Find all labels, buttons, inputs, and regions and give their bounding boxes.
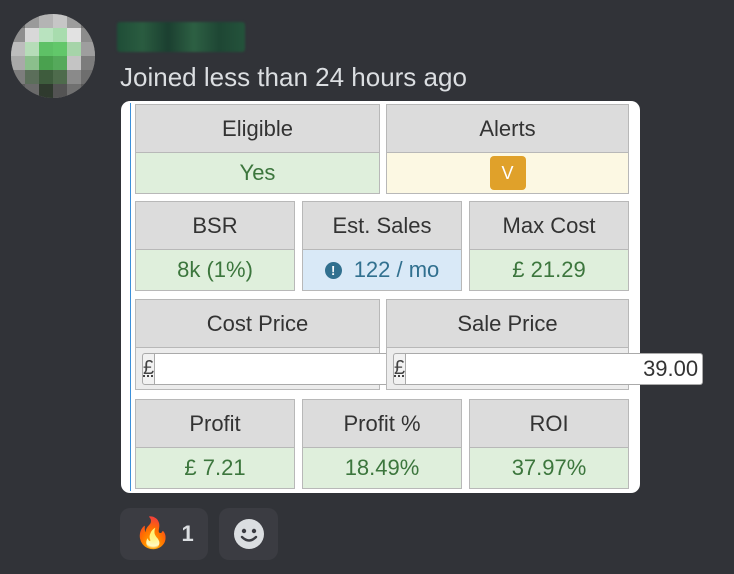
profit-pct-header: Profit %: [302, 399, 462, 448]
roi-header: ROI: [469, 399, 629, 448]
est-sales-value[interactable]: ! 122 / mo: [302, 249, 462, 291]
alerts-header: Alerts: [386, 104, 629, 153]
add-reaction-button[interactable]: [219, 508, 278, 560]
eligible-value: Yes: [135, 152, 380, 194]
max-cost-value: £ 21.29: [469, 249, 629, 291]
fire-emoji: 🔥: [134, 517, 172, 550]
est-sales-text: 122 / mo: [353, 257, 440, 282]
est-sales-header: Est. Sales: [302, 201, 462, 250]
sale-price-row: £: [386, 347, 704, 390]
cost-currency-addon: £: [142, 352, 156, 385]
fire-reaction[interactable]: 🔥 1: [120, 508, 208, 560]
avatar[interactable]: [11, 14, 95, 98]
bsr-header: BSR: [135, 201, 295, 250]
bsr-value: 8k (1%): [135, 249, 295, 291]
product-analysis-card: Eligible Alerts Yes V BSR Est. Sales Max…: [121, 101, 704, 493]
cost-price-header: Cost Price: [135, 299, 380, 348]
username-blurred[interactable]: [117, 22, 245, 52]
eligible-header: Eligible: [135, 104, 380, 153]
profit-value: £ 7.21: [135, 447, 295, 489]
fire-reaction-count: 1: [181, 521, 194, 546]
profit-pct-value: 18.49%: [302, 447, 462, 489]
info-icon[interactable]: !: [324, 261, 342, 279]
roi-value: 37.97%: [469, 447, 629, 489]
sale-price-input[interactable]: [406, 352, 704, 385]
alerts-value: V: [386, 152, 629, 194]
profit-header: Profit: [135, 399, 295, 448]
sale-price-header: Sale Price: [386, 299, 629, 348]
sale-currency-addon: £: [393, 352, 407, 385]
max-cost-header: Max Cost: [469, 201, 629, 250]
alert-badge[interactable]: V: [489, 156, 526, 190]
smiley-add-icon: [233, 519, 264, 549]
cost-price-row: £: [135, 347, 453, 390]
card-accent-line: [130, 103, 131, 491]
joined-text: Joined less than 24 hours ago: [120, 62, 467, 92]
